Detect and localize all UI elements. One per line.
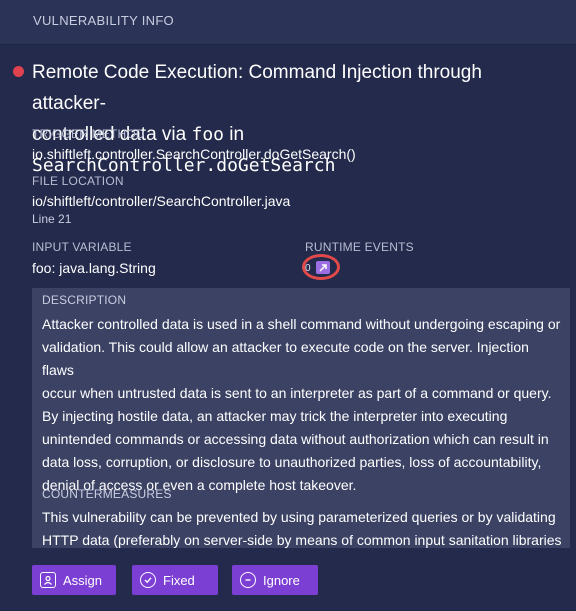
runtime-events-label: RUNTIME EVENTS bbox=[305, 240, 414, 254]
description-line: occur when untrusted data is sent to an … bbox=[42, 385, 552, 401]
description-line: By injecting hostile data, an attacker m… bbox=[42, 408, 508, 424]
description-line: data loss, corruption, or disclosure to … bbox=[42, 454, 542, 470]
ignore-label: Ignore bbox=[263, 572, 300, 588]
title-variable: foo bbox=[191, 124, 225, 145]
ignore-button[interactable]: Ignore bbox=[232, 565, 318, 595]
description-panel[interactable]: DESCRIPTION Attacker controlled data is … bbox=[32, 288, 570, 548]
title-in: in bbox=[224, 124, 245, 145]
countermeasures-line: This vulnerability can be prevented by u… bbox=[42, 509, 556, 525]
severity-indicator bbox=[13, 66, 24, 77]
minus-icon bbox=[240, 572, 256, 588]
assign-button[interactable]: Assign bbox=[32, 565, 116, 595]
highlight-ring bbox=[302, 254, 340, 280]
file-location-line: Line 21 bbox=[32, 212, 72, 226]
title-text-1: Remote Code Execution: Command Injection… bbox=[32, 62, 482, 114]
trigger-method-value: io.shiftleft.controller.SearchController… bbox=[32, 146, 356, 162]
fixed-button[interactable]: Fixed bbox=[132, 565, 218, 595]
vulnerability-title: Remote Code Execution: Command Injection… bbox=[32, 57, 552, 181]
countermeasures-label: COUNTERMEASURES bbox=[42, 487, 172, 501]
description-line: validation. This could allow an attacker… bbox=[42, 339, 529, 378]
input-variable-value: foo: java.lang.String bbox=[32, 260, 156, 276]
file-location-label: FILE LOCATION bbox=[32, 174, 124, 188]
description-line: unintended commands or accessing data wi… bbox=[42, 431, 549, 447]
countermeasures-text: This vulnerability can be prevented by u… bbox=[42, 506, 562, 548]
file-location-path[interactable]: io/shiftleft/controller/SearchController… bbox=[32, 193, 290, 209]
input-variable-label: INPUT VARIABLE bbox=[32, 240, 132, 254]
panel-header: VULNERABILITY INFO bbox=[0, 0, 576, 45]
fixed-label: Fixed bbox=[163, 572, 195, 588]
panel-title: VULNERABILITY INFO bbox=[33, 13, 174, 28]
countermeasures-line: HTTP data (preferably on server-side by … bbox=[42, 532, 562, 548]
trigger-method-label: TRIGGER METHOD bbox=[32, 127, 145, 141]
check-icon bbox=[140, 572, 156, 588]
description-line: Attacker controlled data is used in a sh… bbox=[42, 316, 561, 332]
assign-label: Assign bbox=[63, 572, 103, 588]
description-text: Attacker controlled data is used in a sh… bbox=[42, 313, 562, 497]
description-label: DESCRIPTION bbox=[42, 293, 127, 307]
user-icon bbox=[40, 572, 56, 588]
